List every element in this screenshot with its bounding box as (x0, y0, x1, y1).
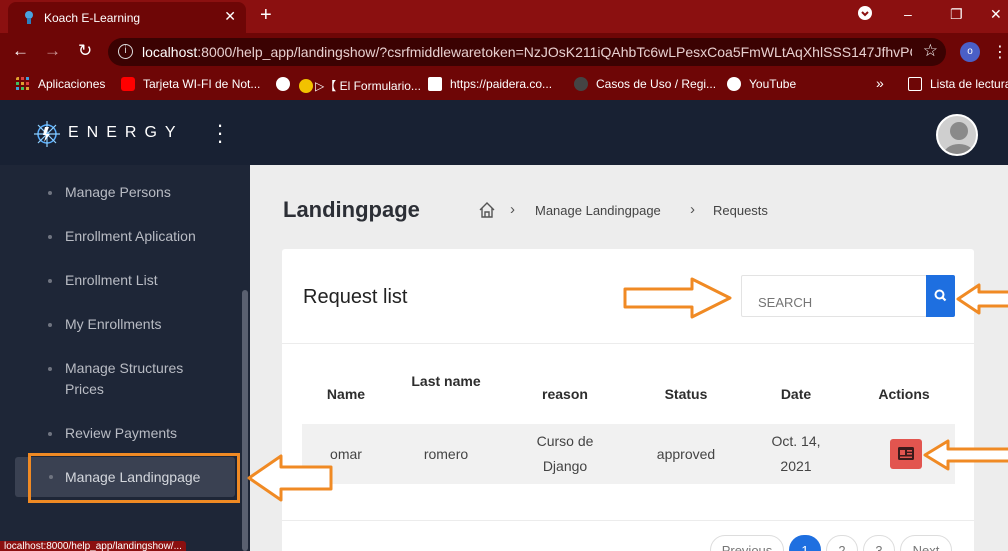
browser-menu-icon[interactable]: ⋮ (992, 42, 1008, 62)
column-header-last-name: Last name (411, 373, 481, 389)
bookmark-wifi[interactable]: Tarjeta WI-FI de Not... (121, 77, 260, 91)
search-input[interactable] (741, 275, 927, 317)
new-tab-icon[interactable]: + (260, 4, 272, 27)
chevron-right-icon: › (690, 201, 695, 218)
globe-icon (727, 77, 741, 91)
more-bookmarks-icon[interactable]: » (876, 75, 884, 91)
left-arrow-annotation-icon (923, 439, 1008, 471)
pagination-page-3[interactable]: 3 (863, 535, 895, 551)
pagination-page-2[interactable]: 2 (826, 535, 858, 551)
breadcrumb-requests: Requests (713, 203, 768, 218)
id-card-icon (898, 447, 914, 460)
page-icon (428, 77, 442, 91)
search-icon (934, 289, 947, 302)
view-request-button[interactable] (890, 439, 922, 469)
cell-status: approved (656, 446, 716, 462)
bookmark-formulario[interactable]: ▷【 El Formulario... (299, 77, 421, 94)
column-header-status: Status (664, 386, 708, 402)
address-url: localhost:8000/help_app/landingshow/?csr… (142, 44, 912, 60)
divider (282, 520, 974, 521)
tab-search-icon[interactable] (858, 6, 872, 23)
bookmark-star-icon[interactable]: ☆ (923, 41, 938, 61)
koach-favicon-icon (25, 11, 33, 24)
tab-title: Koach E-Learning (44, 11, 141, 25)
breadcrumb-manage-landingpage[interactable]: Manage Landingpage (535, 203, 661, 218)
home-icon[interactable] (478, 201, 496, 219)
bullet-icon (48, 367, 52, 371)
apps-grid-icon (16, 77, 29, 90)
restore-icon[interactable]: ❐ (950, 6, 963, 23)
bullet-icon (48, 191, 52, 195)
divider (282, 343, 974, 344)
sidebar-scrollbar[interactable] (242, 290, 248, 551)
table-row (302, 424, 955, 484)
column-header-reason: reason (542, 386, 588, 402)
cell-last-name: romero (423, 446, 469, 462)
bullet-icon (48, 235, 52, 239)
site-icon (574, 77, 588, 91)
search-button[interactable] (926, 275, 955, 317)
browser-tab-bar: Koach E-Learning ✕ + – ❐ ✕ (0, 0, 1008, 33)
chevron-right-icon: › (510, 201, 515, 218)
bookmarks-bar: Aplicaciones Tarjeta WI-FI de Not... ▷【 … (0, 70, 1008, 100)
cell-reason: Curso de Django (536, 433, 594, 474)
reading-list-icon (908, 77, 922, 91)
bookmark-apps[interactable]: Aplicaciones (16, 77, 105, 91)
reading-list[interactable]: Lista de lectura (908, 77, 1008, 91)
bullet-icon (48, 323, 52, 327)
column-header-date: Date (780, 386, 812, 402)
pikachu-icon (299, 78, 313, 93)
left-arrow-annotation-icon (956, 283, 1008, 315)
bullet-icon (48, 279, 52, 283)
bookmark-globe[interactable] (276, 77, 298, 91)
more-options-icon[interactable]: · · · (216, 114, 224, 152)
column-header-name: Name (326, 386, 366, 402)
bookmark-paidera[interactable]: https://paidera.co... (428, 77, 552, 91)
reload-icon[interactable]: ↻ (78, 41, 92, 61)
browser-tab[interactable]: Koach E-Learning ✕ (8, 2, 246, 33)
youtube-icon (121, 77, 135, 91)
pagination-previous[interactable]: Previous (710, 535, 784, 551)
page-title: Landingpage (283, 197, 420, 222)
profile-avatar[interactable]: o (960, 42, 980, 62)
address-bar[interactable]: i localhost:8000/help_app/landingshow/?c… (108, 38, 946, 66)
window-close-icon[interactable]: ✕ (990, 6, 1002, 23)
bookmark-youtube[interactable]: YouTube (727, 77, 796, 91)
forward-arrow-icon[interactable]: → (44, 41, 61, 61)
right-arrow-annotation-icon (623, 277, 732, 319)
browser-toolbar: ← → ↻ i localhost:8000/help_app/landings… (0, 33, 1008, 70)
bullet-icon (48, 432, 52, 436)
site-info-icon[interactable]: i (118, 44, 133, 59)
app-header: ENERGY · · · (0, 100, 1008, 165)
brand-name: ENERGY (68, 124, 184, 141)
close-icon[interactable]: ✕ (224, 8, 236, 25)
card-title: Request list (303, 286, 408, 308)
status-bar-url: localhost:8000/help_app/landingshow/... (0, 541, 186, 551)
bookmark-casos-de-uso[interactable]: Casos de Uso / Regi... (574, 77, 716, 91)
back-arrow-icon[interactable]: ← (12, 41, 29, 61)
minimize-icon[interactable]: – (904, 6, 912, 22)
energy-logo-icon (34, 121, 60, 147)
pagination-page-1[interactable]: 1 (789, 535, 821, 551)
column-header-actions: Actions (878, 386, 930, 402)
pagination-next[interactable]: Next (900, 535, 952, 551)
cell-date: Oct. 14, 2021 (771, 433, 821, 474)
globe-icon (276, 77, 290, 91)
left-arrow-annotation-icon (247, 454, 333, 502)
highlight-box (28, 453, 240, 503)
user-avatar[interactable] (936, 114, 978, 156)
